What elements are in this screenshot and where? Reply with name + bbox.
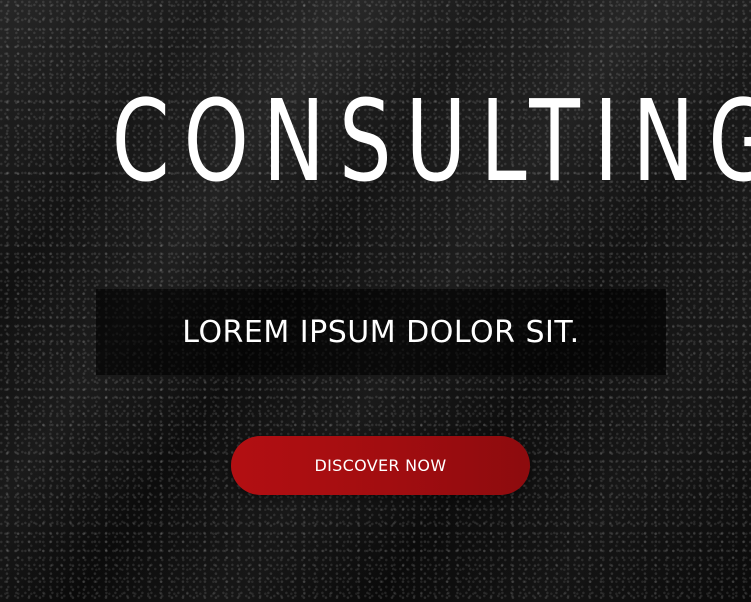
hero-tagline: LOREM IPSUM DOLOR SIT.	[182, 314, 580, 350]
hero-section: CONSULTING LOREM IPSUM DOLOR SIT. DISCOV…	[0, 0, 751, 602]
hero-headline: CONSULTING	[111, 77, 751, 207]
discover-now-button[interactable]: DISCOVER NOW	[231, 436, 530, 495]
tagline-panel: LOREM IPSUM DOLOR SIT.	[96, 289, 666, 375]
